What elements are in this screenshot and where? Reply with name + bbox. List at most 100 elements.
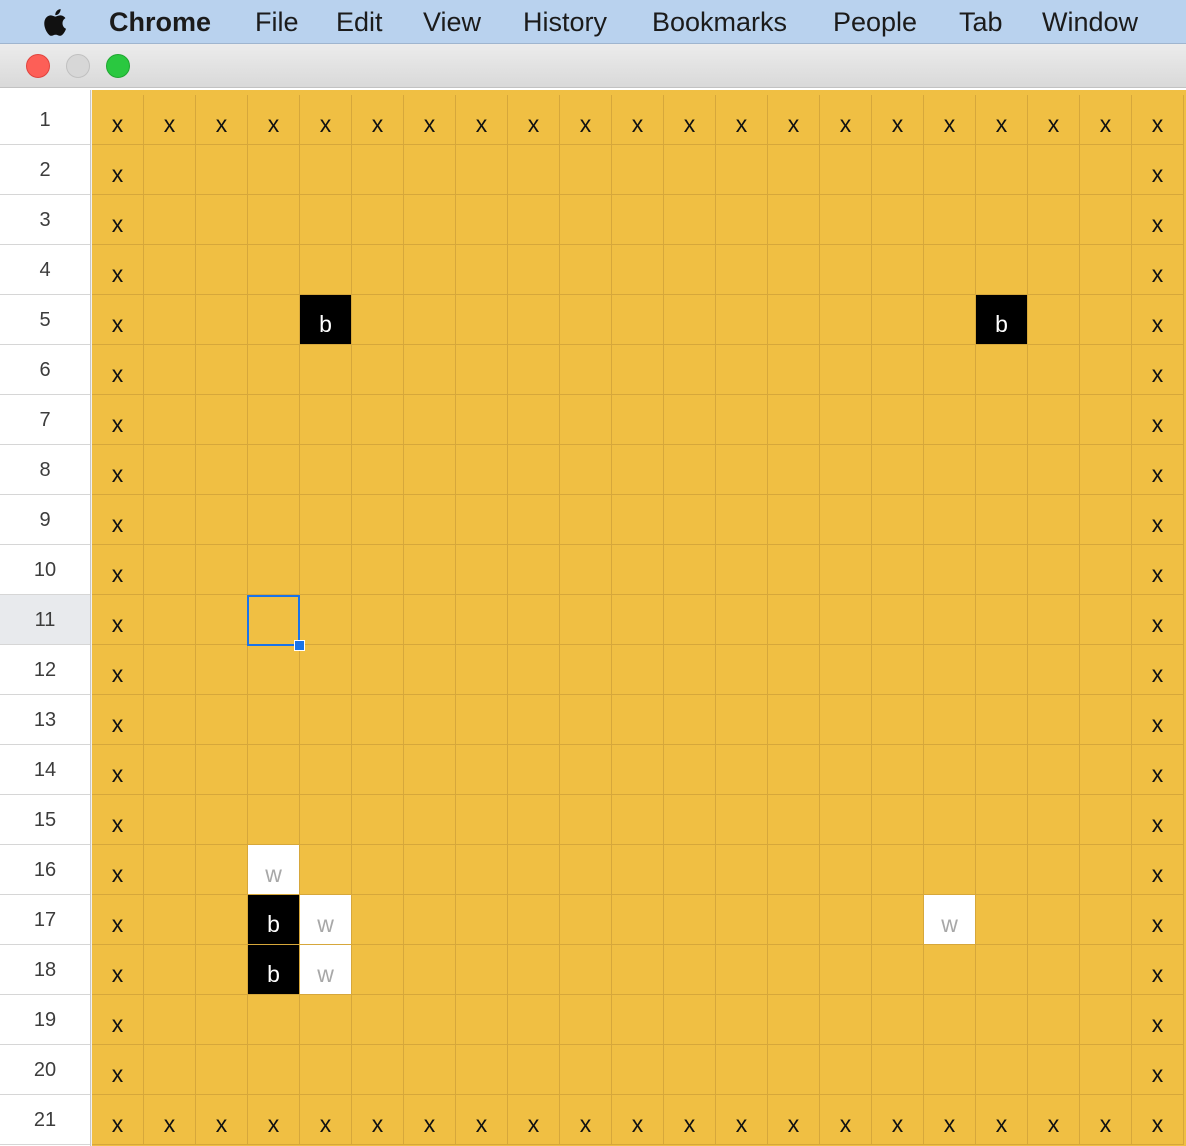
wall-cell[interactable]: x	[300, 1095, 352, 1145]
empty-cell[interactable]	[196, 745, 248, 795]
wall-cell[interactable]: x	[404, 1095, 456, 1145]
wall-cell[interactable]: x	[1132, 445, 1184, 495]
wall-cell[interactable]: x	[612, 95, 664, 145]
empty-cell[interactable]	[248, 245, 300, 295]
empty-cell[interactable]	[612, 745, 664, 795]
empty-cell[interactable]	[976, 245, 1028, 295]
wall-cell[interactable]: x	[664, 95, 716, 145]
empty-cell[interactable]	[872, 645, 924, 695]
empty-cell[interactable]	[1080, 195, 1132, 245]
empty-cell[interactable]	[352, 745, 404, 795]
empty-cell[interactable]	[664, 795, 716, 845]
empty-cell[interactable]	[664, 845, 716, 895]
empty-cell[interactable]	[976, 695, 1028, 745]
empty-cell[interactable]	[716, 345, 768, 395]
empty-cell[interactable]	[560, 195, 612, 245]
empty-cell[interactable]	[196, 395, 248, 445]
empty-cell[interactable]	[300, 445, 352, 495]
wall-cell[interactable]: x	[92, 545, 144, 595]
empty-cell[interactable]	[144, 795, 196, 845]
empty-cell[interactable]	[872, 245, 924, 295]
empty-cell[interactable]	[248, 595, 300, 645]
empty-cell[interactable]	[560, 645, 612, 695]
wall-cell[interactable]: x	[976, 1095, 1028, 1145]
empty-cell[interactable]	[872, 545, 924, 595]
row-header-3[interactable]: 3	[0, 195, 90, 245]
empty-cell[interactable]	[248, 145, 300, 195]
empty-cell[interactable]	[1028, 245, 1080, 295]
empty-cell[interactable]	[716, 945, 768, 995]
fill-handle[interactable]	[294, 640, 305, 651]
empty-cell[interactable]	[768, 295, 820, 345]
empty-cell[interactable]	[976, 645, 1028, 695]
empty-cell[interactable]	[300, 345, 352, 395]
wall-cell[interactable]: x	[560, 95, 612, 145]
empty-cell[interactable]	[144, 845, 196, 895]
empty-cell[interactable]	[560, 345, 612, 395]
empty-cell[interactable]	[300, 995, 352, 1045]
empty-cell[interactable]	[716, 595, 768, 645]
empty-cell[interactable]	[300, 745, 352, 795]
empty-cell[interactable]	[196, 595, 248, 645]
empty-cell[interactable]	[456, 245, 508, 295]
wall-cell[interactable]: x	[144, 1095, 196, 1145]
menu-bookmarks[interactable]: Bookmarks	[652, 0, 787, 43]
empty-cell[interactable]	[820, 445, 872, 495]
menu-chrome[interactable]: Chrome	[109, 0, 211, 43]
empty-cell[interactable]	[976, 545, 1028, 595]
empty-cell[interactable]	[612, 595, 664, 645]
empty-cell[interactable]	[768, 245, 820, 295]
empty-cell[interactable]	[248, 295, 300, 345]
empty-cell[interactable]	[456, 945, 508, 995]
empty-cell[interactable]	[716, 1045, 768, 1095]
empty-cell[interactable]	[404, 545, 456, 595]
empty-cell[interactable]	[560, 145, 612, 195]
menu-people[interactable]: People	[833, 0, 917, 43]
empty-cell[interactable]	[144, 745, 196, 795]
empty-cell[interactable]	[456, 995, 508, 1045]
empty-cell[interactable]	[456, 345, 508, 395]
row-header-1[interactable]: 1	[0, 95, 90, 145]
empty-cell[interactable]	[768, 795, 820, 845]
wall-cell[interactable]: x	[1080, 1095, 1132, 1145]
empty-cell[interactable]	[820, 995, 872, 1045]
empty-cell[interactable]	[508, 345, 560, 395]
row-header-10[interactable]: 10	[0, 545, 90, 595]
empty-cell[interactable]	[820, 295, 872, 345]
empty-cell[interactable]	[716, 195, 768, 245]
wall-cell[interactable]: x	[92, 295, 144, 345]
empty-cell[interactable]	[352, 645, 404, 695]
wall-cell[interactable]: x	[92, 645, 144, 695]
empty-cell[interactable]	[924, 295, 976, 345]
empty-cell[interactable]	[872, 995, 924, 1045]
empty-cell[interactable]	[768, 345, 820, 395]
empty-cell[interactable]	[664, 895, 716, 945]
empty-cell[interactable]	[976, 445, 1028, 495]
empty-cell[interactable]	[768, 495, 820, 545]
menu-edit[interactable]: Edit	[336, 0, 383, 43]
wall-cell[interactable]: x	[1132, 895, 1184, 945]
empty-cell[interactable]	[300, 495, 352, 545]
empty-cell[interactable]	[768, 195, 820, 245]
empty-cell[interactable]	[924, 345, 976, 395]
empty-cell[interactable]	[456, 145, 508, 195]
empty-cell[interactable]	[612, 1045, 664, 1095]
empty-cell[interactable]	[404, 245, 456, 295]
row-header-13[interactable]: 13	[0, 695, 90, 745]
row-header-12[interactable]: 12	[0, 645, 90, 695]
wall-cell[interactable]: x	[456, 95, 508, 145]
empty-cell[interactable]	[144, 495, 196, 545]
empty-cell[interactable]	[820, 495, 872, 545]
empty-cell[interactable]	[1080, 645, 1132, 695]
empty-cell[interactable]	[612, 345, 664, 395]
empty-cell[interactable]	[456, 395, 508, 445]
wall-cell[interactable]: x	[92, 245, 144, 295]
empty-cell[interactable]	[1028, 595, 1080, 645]
empty-cell[interactable]	[404, 845, 456, 895]
row-header-20[interactable]: 20	[0, 1045, 90, 1095]
empty-cell[interactable]	[664, 995, 716, 1045]
close-button[interactable]	[26, 54, 50, 78]
empty-cell[interactable]	[768, 1045, 820, 1095]
empty-cell[interactable]	[144, 595, 196, 645]
empty-cell[interactable]	[300, 195, 352, 245]
